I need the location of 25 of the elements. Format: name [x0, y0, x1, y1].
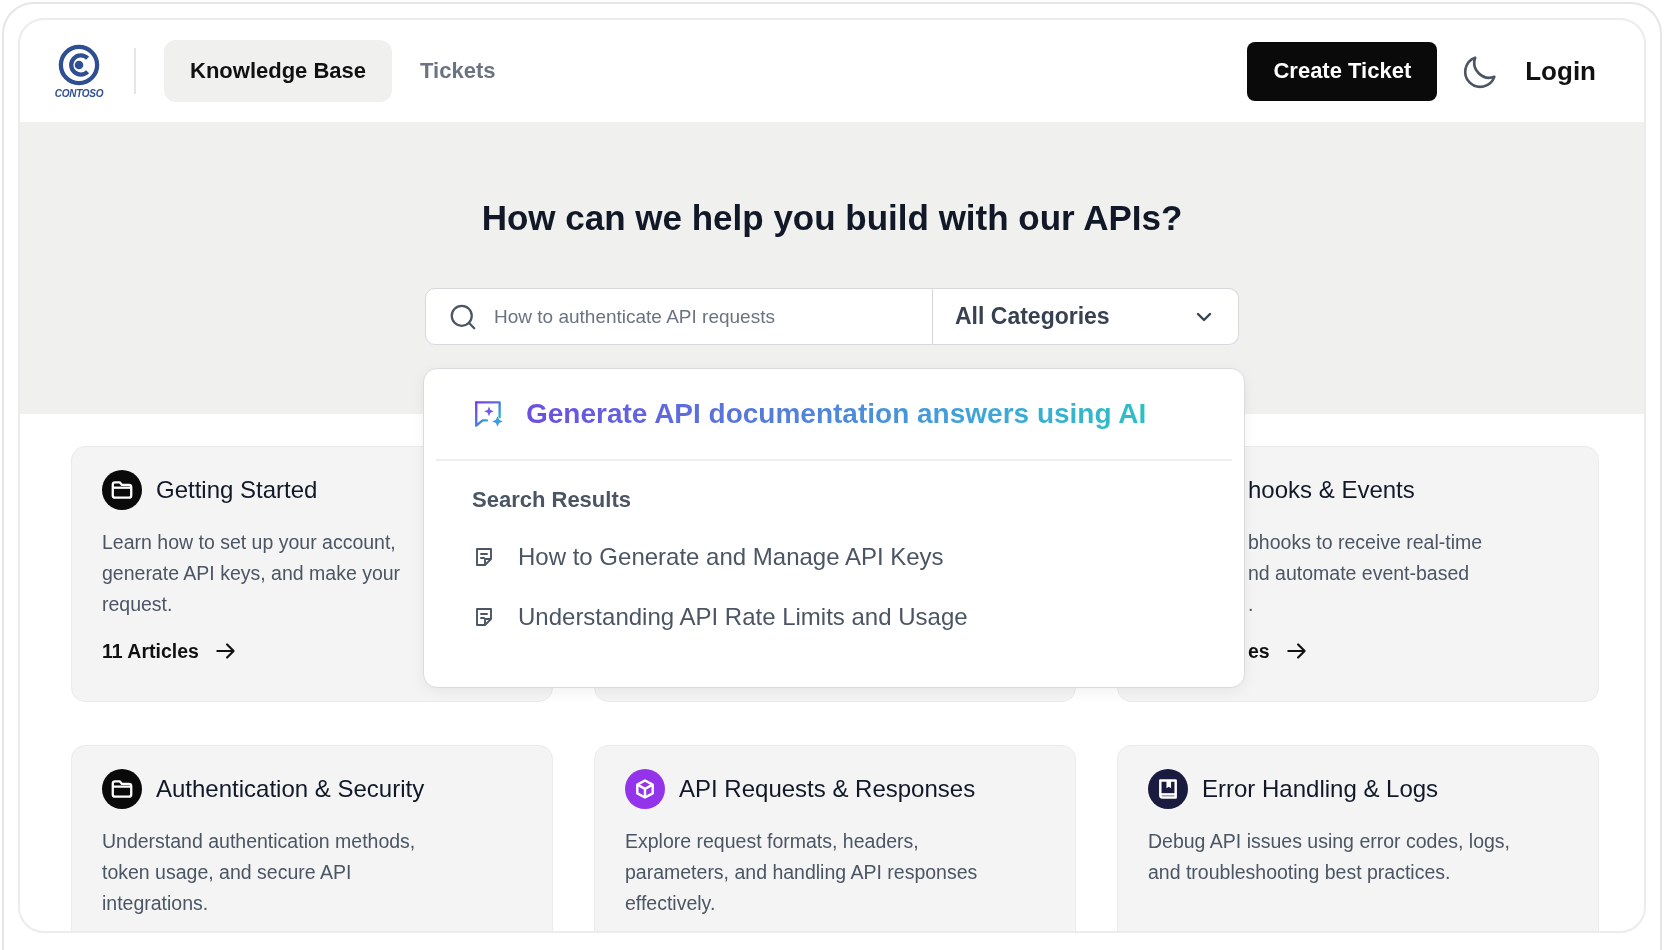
search-field[interactable]: How to authenticate API requests [425, 288, 933, 345]
articles-link[interactable]: 11 Articles [102, 638, 239, 664]
category-card[interactable]: API Requests & Responses Explore request formats, headers, parameters, and handling API responses effectively. [594, 745, 1076, 931]
category-card[interactable]: Authentication & Security Understand authentication methods, token usage, and secure API integrations. [71, 745, 553, 931]
card-description: Debug API issues using error codes, logs, and troubleshooting best practices. [1148, 829, 1511, 885]
logo-icon [58, 43, 100, 86]
contoso-logo[interactable]: CONTOSO [56, 43, 102, 99]
card-title: Error Handling & Logs [1202, 775, 1439, 803]
articles-link[interactable]: es [1248, 638, 1310, 664]
card-title: Authentication & Security [156, 775, 425, 803]
category-card[interactable]: Error Handling & Logs Debug API issues using error codes, logs, and troubleshooting best practices. [1117, 745, 1599, 931]
page-heading: How can we help you build with our APIs? [481, 198, 1183, 238]
create-ticket-button[interactable]: Create Ticket [1247, 41, 1438, 101]
nav-tab[interactable]: Tickets [394, 40, 522, 102]
card-description: Understand authentication methods, token usage, and secure API integrations. [102, 829, 416, 916]
card-title: API Requests & Responses [679, 775, 976, 803]
login-link[interactable]: Login [1525, 55, 1596, 87]
card-title: Getting Started [156, 476, 318, 504]
card-title: hooks & Events [1248, 476, 1415, 504]
card-description: Learn how to set up your account, generate API keys, and make your request. [102, 530, 401, 617]
card-description: Explore request formats, headers, parameters, and handling API responses effectively. [625, 829, 978, 916]
card-description: bhooks to receive real-time nd automate event-based . [1248, 530, 1483, 617]
category-select[interactable]: All Categories [933, 288, 1239, 345]
nav-tab[interactable]: Knowledge Base [164, 40, 393, 102]
search-input[interactable]: How to authenticate API requests [494, 301, 914, 332]
